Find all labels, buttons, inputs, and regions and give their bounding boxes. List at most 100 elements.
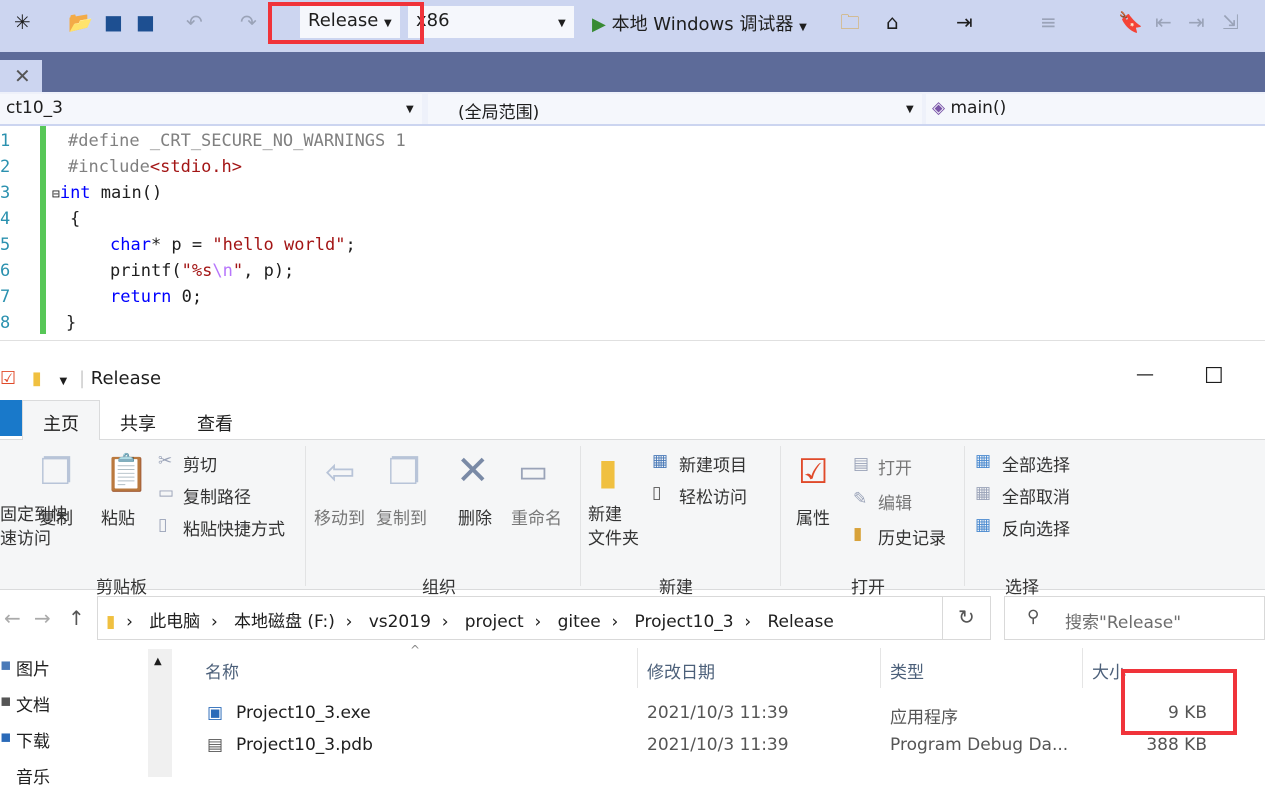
breadcrumb-item[interactable]: Project10_3 (635, 612, 734, 632)
breadcrumb-item[interactable]: 本地磁盘 (F:) (234, 612, 335, 632)
up-icon[interactable]: ↑ (68, 606, 85, 630)
refresh-icon[interactable]: ↻ (958, 605, 975, 629)
paste-button[interactable]: 粘贴 (101, 504, 135, 529)
new-item-icon: ▦ (652, 451, 669, 471)
rename-icon: ▭ (518, 452, 549, 490)
select-all-button[interactable]: 全部选择 (1002, 451, 1070, 476)
column-header-type[interactable]: 类型 (890, 658, 924, 683)
sidebar-item-documents[interactable]: 文档 (16, 691, 50, 716)
open-button[interactable]: 打开 (878, 454, 912, 479)
code-line: } (66, 313, 77, 333)
file-type: Program Debug Da... (890, 735, 1069, 755)
code-line: char* p = "hello world"; (110, 235, 356, 255)
prev-bookmark-icon[interactable]: ⇤ (1155, 10, 1172, 34)
tab-home-label[interactable]: 主页 (43, 410, 79, 436)
paste-shortcut-button[interactable]: 粘贴快捷方式 (183, 515, 285, 540)
document-tab[interactable]: ✕ (0, 60, 42, 92)
code-navigation-bar: ct10_3 ▼ (全局范围) ▼ ◈ main() (0, 92, 1265, 126)
breadcrumb: ▮ › 此电脑 › 本地磁盘 (F:) › vs2019 › project ›… (106, 612, 834, 632)
search-icon: ⚲ (1027, 607, 1040, 627)
column-header-name[interactable]: 名称 (205, 658, 239, 683)
sidebar-item-music[interactable]: 音乐 (16, 763, 50, 788)
tab-share[interactable]: 共享 (120, 410, 156, 436)
file-name[interactable]: Project10_3.pdb (236, 735, 373, 755)
copy-to-button[interactable]: 复制到 (376, 504, 427, 529)
scroll-up-icon[interactable]: ▲ (154, 656, 162, 667)
documents-icon: ▪ (0, 691, 12, 711)
folder-icon: ▮ (106, 612, 116, 632)
sidebar-item-pictures[interactable]: 图片 (16, 655, 50, 680)
copy-path-button[interactable]: 复制路径 (183, 483, 251, 508)
select-none-button[interactable]: 全部取消 (1002, 483, 1070, 508)
pdb-file-icon: ▤ (207, 735, 224, 755)
properties-button[interactable]: 属性 (796, 504, 830, 529)
scrollbar[interactable]: ▲ (148, 649, 172, 777)
edit-button[interactable]: 编辑 (878, 489, 912, 514)
scissors-icon: ✂ (158, 451, 173, 471)
delete-icon: ✕ (456, 448, 490, 494)
file-size: 388 KB (1146, 735, 1207, 755)
minimize-button[interactable]: — (1136, 364, 1154, 385)
file-name[interactable]: Project10_3.exe (236, 703, 371, 723)
copy-button[interactable]: 复制 (39, 504, 73, 529)
chevron-down-icon: ▼ (558, 18, 566, 29)
close-icon[interactable]: ✕ (14, 64, 31, 88)
search-box[interactable]: ⚲ 搜索"Release" (1004, 596, 1265, 640)
address-bar[interactable]: ▮ › 此电脑 › 本地磁盘 (F:) › vs2019 › project ›… (97, 596, 991, 640)
new-project-icon[interactable]: ✳ (14, 10, 31, 34)
comment-icon[interactable]: ≡ (1040, 10, 1057, 34)
open-folder-icon[interactable]: 📂 (68, 10, 93, 34)
breadcrumb-item[interactable]: gitee (558, 612, 601, 632)
redo-icon[interactable]: ↷ (240, 10, 257, 34)
invert-selection-button[interactable]: 反向选择 (1002, 515, 1070, 540)
cut-button[interactable]: 剪切 (183, 451, 217, 476)
easy-access-button[interactable]: 轻松访问 (679, 483, 747, 508)
forward-icon[interactable]: → (34, 606, 51, 630)
sidebar-item-downloads[interactable]: 下载 (16, 727, 50, 752)
breadcrumb-item[interactable]: Release (767, 612, 833, 632)
project-dropdown[interactable]: ct10_3 ▼ (0, 94, 422, 124)
code-line: #include<stdio.h> (68, 157, 243, 177)
breadcrumb-item[interactable]: project (465, 612, 524, 632)
move-to-button[interactable]: 移动到 (314, 504, 365, 529)
code-line: return 0; (110, 287, 203, 307)
rename-button[interactable]: 重命名 (511, 504, 562, 529)
copy-icon: ❐ (40, 452, 73, 493)
collapse-icon[interactable]: ⊟ (52, 187, 60, 202)
platform-dropdown[interactable]: x86 ▼ (408, 6, 574, 38)
code-editor[interactable]: 1 2 3 4 5 6 7 8 #define _CRT_SECURE_NO_W… (0, 126, 1265, 340)
line-number: 4 (0, 209, 11, 229)
chevron-down-icon[interactable]: ▼ (60, 376, 68, 387)
checkbox-icon[interactable]: ☑ (0, 368, 16, 389)
breadcrumb-item[interactable]: vs2019 (369, 612, 431, 632)
clear-bookmarks-icon[interactable]: ⇲ (1222, 10, 1239, 34)
breadcrumb-item[interactable]: 此电脑 (149, 612, 200, 632)
tab-view[interactable]: 查看 (197, 410, 233, 436)
file-tab[interactable] (0, 400, 22, 436)
back-icon[interactable]: ← (4, 606, 21, 630)
divider (780, 446, 781, 586)
member-dropdown[interactable]: ◈ main() (926, 94, 1265, 124)
new-folder-button[interactable]: 新建 文件夹 (588, 503, 639, 551)
step-icon[interactable]: ⇥ (956, 10, 973, 34)
start-debug-button[interactable]: ▶ 本地 Windows 调试器 ▼ (592, 10, 807, 36)
group-label: 选择 (1005, 578, 1039, 598)
scope-dropdown[interactable]: (全局范围) ▼ (428, 94, 922, 124)
new-item-button[interactable]: 新建项目 (679, 451, 747, 476)
line-number: 1 (0, 131, 11, 151)
highlight-box (1121, 669, 1237, 735)
undo-icon[interactable]: ↶ (186, 10, 203, 34)
folder-search-icon[interactable]: 🗀 (840, 10, 860, 34)
vs-toolbar: ✳ 📂 ■ ■ ↶ ↷ Release ▼ x86 ▼ ▶ 本地 Windows 调… (0, 0, 1265, 52)
delete-button[interactable]: 删除 (458, 504, 492, 529)
history-button[interactable]: 历史记录 (878, 524, 946, 549)
downloads-icon: ▪ (0, 727, 12, 747)
next-bookmark-icon[interactable]: ⇥ (1188, 10, 1205, 34)
save-icon[interactable]: ■ (104, 10, 123, 34)
bookmark-icon[interactable]: 🔖 (1118, 10, 1143, 34)
column-header-date[interactable]: 修改日期 (647, 658, 715, 683)
divider (964, 446, 965, 586)
maximize-button[interactable]: ☐ (1204, 364, 1224, 389)
home-icon[interactable]: ⌂ (886, 10, 899, 34)
save-all-icon[interactable]: ■ (136, 10, 155, 34)
